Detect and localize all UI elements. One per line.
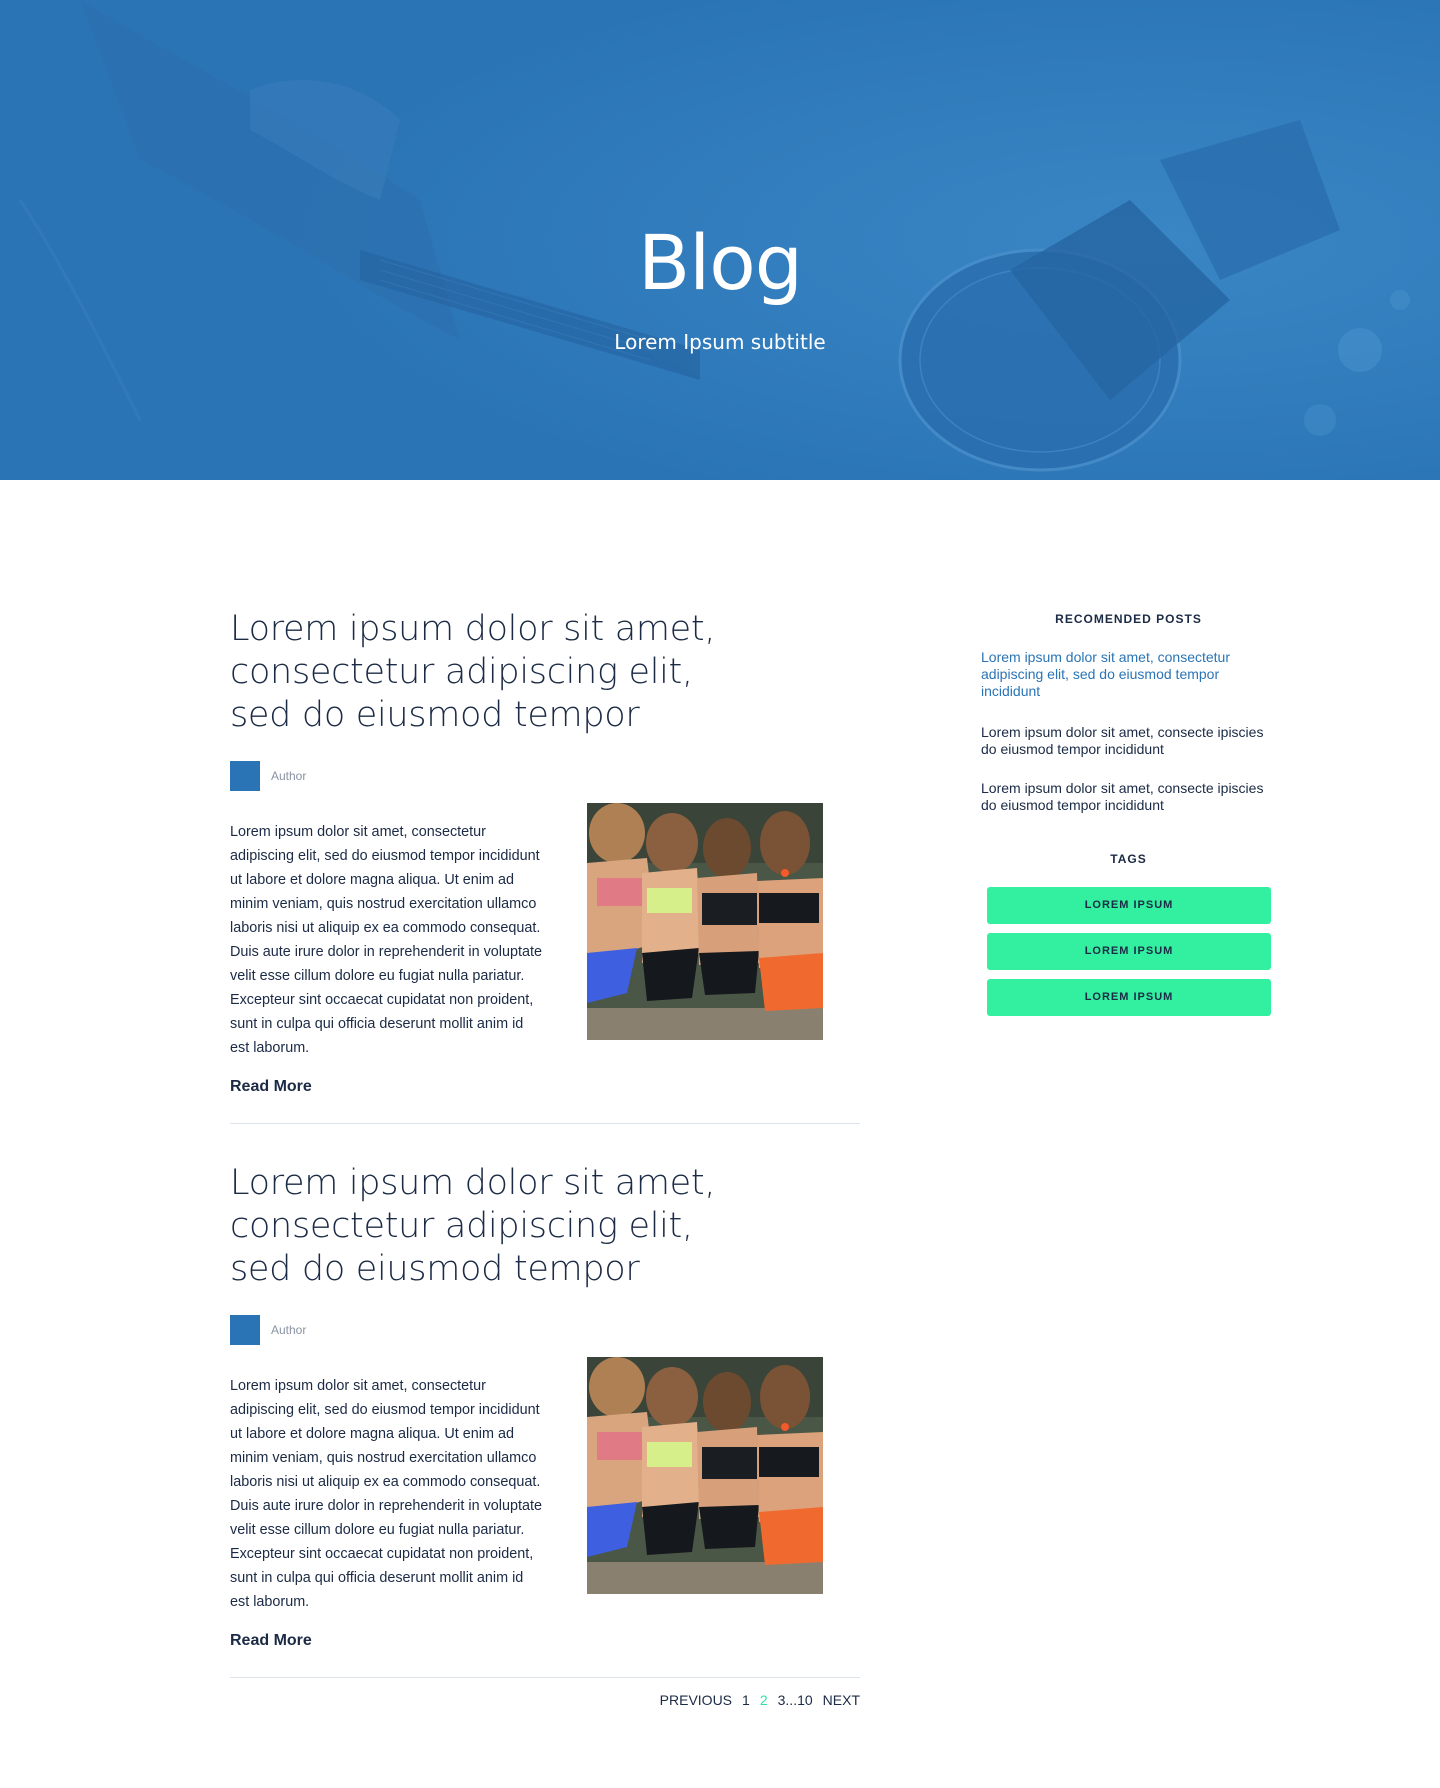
post-title-line: Lorem ipsum dolor sit amet, xyxy=(230,609,716,649)
post-excerpt: Lorem ipsum dolor sit amet, consectetur … xyxy=(230,1374,545,1614)
pagination-next[interactable]: NEXT xyxy=(823,1692,860,1708)
excerpt-line: Excepteur sint occaecat cupidatat non pr… xyxy=(230,1546,534,1562)
tag-button[interactable]: LOREM IPSUM xyxy=(987,887,1271,924)
runners-photo xyxy=(587,1357,823,1594)
pagination: PREVIOUS 1 2 3...10 NEXT xyxy=(660,1692,860,1708)
avatar[interactable] xyxy=(230,761,260,791)
recommended-post-link[interactable]: Lorem ipsum dolor sit amet, consecte ipi… xyxy=(981,724,1276,758)
post-title[interactable]: Lorem ipsum dolor sit amet, consectetur … xyxy=(230,1162,730,1291)
author-name[interactable]: Author xyxy=(271,769,306,783)
rec-line: Lorem ipsum dolor sit amet, consectetur xyxy=(981,649,1230,665)
author-name[interactable]: Author xyxy=(271,1323,306,1337)
excerpt-line: adipiscing elit, sed do eiusmod tempor i… xyxy=(230,1402,540,1418)
tag-button[interactable]: LOREM IPSUM xyxy=(987,933,1271,970)
excerpt-line: velit esse cillum dolore eu fugiat nulla… xyxy=(230,968,525,984)
pagination-previous[interactable]: PREVIOUS xyxy=(660,1692,732,1708)
excerpt-line: adipiscing elit, sed do eiusmod tempor i… xyxy=(230,848,540,864)
recommended-post-link[interactable]: Lorem ipsum dolor sit amet, consecte ipi… xyxy=(981,780,1276,814)
read-more-link[interactable]: Read More xyxy=(230,1078,312,1096)
excerpt-line: laboris nisi ut aliquip ex ea commodo co… xyxy=(230,920,541,936)
excerpt-line: Duis aute irure dolor in reprehenderit i… xyxy=(230,944,542,960)
tags-heading: TAGS xyxy=(1110,852,1147,866)
post-title[interactable]: Lorem ipsum dolor sit amet, consectetur … xyxy=(230,608,730,737)
author-row: Author xyxy=(230,1315,306,1345)
post-divider xyxy=(230,1123,860,1124)
rec-line: adipiscing elit, sed do eiusmod tempor xyxy=(981,666,1220,682)
excerpt-line: ut labore et dolore magna aliqua. Ut eni… xyxy=(230,1426,514,1442)
recommended-heading: RECOMENDED POSTS xyxy=(1055,612,1202,626)
excerpt-line: minim veniam, quis nostrud exercitation … xyxy=(230,896,537,912)
recommended-post-link[interactable]: Lorem ipsum dolor sit amet, consectetur … xyxy=(981,649,1276,700)
post-title-line: consectetur adipiscing elit, xyxy=(230,652,693,692)
excerpt-line: Excepteur sint occaecat cupidatat non pr… xyxy=(230,992,534,1008)
excerpt-line: velit esse cillum dolore eu fugiat nulla… xyxy=(230,1522,525,1538)
rec-line: Lorem ipsum dolor sit amet, consecte ipi… xyxy=(981,780,1264,796)
excerpt-line: Lorem ipsum dolor sit amet, consectetur xyxy=(230,1378,486,1394)
excerpt-line: sunt in culpa qui officia deserunt molli… xyxy=(230,1016,524,1032)
rec-line: do eiusmod tempor incididunt xyxy=(981,741,1164,757)
pagination-page-1[interactable]: 1 xyxy=(742,1692,750,1708)
avatar[interactable] xyxy=(230,1315,260,1345)
tag-button[interactable]: LOREM IPSUM xyxy=(987,979,1271,1016)
post-divider xyxy=(230,1677,860,1678)
runners-photo xyxy=(587,803,823,1040)
blog-post: Lorem ipsum dolor sit amet, consectetur … xyxy=(230,1162,860,1682)
excerpt-line: ut labore et dolore magna aliqua. Ut eni… xyxy=(230,872,514,888)
rec-line: incididunt xyxy=(981,683,1041,699)
read-more-link[interactable]: Read More xyxy=(230,1632,312,1650)
excerpt-line: est laborum. xyxy=(230,1040,310,1056)
post-title-line: Lorem ipsum dolor sit amet, xyxy=(230,1163,716,1203)
post-image[interactable] xyxy=(587,803,823,1040)
excerpt-line: Duis aute irure dolor in reprehenderit i… xyxy=(230,1498,542,1514)
post-title-line: sed do eiusmod tempor xyxy=(230,1249,640,1289)
post-excerpt: Lorem ipsum dolor sit amet, consectetur … xyxy=(230,820,545,1060)
author-row: Author xyxy=(230,761,306,791)
post-title-line: consectetur adipiscing elit, xyxy=(230,1206,693,1246)
excerpt-line: sunt in culpa qui officia deserunt molli… xyxy=(230,1570,524,1586)
excerpt-line: est laborum. xyxy=(230,1594,310,1610)
excerpt-line: laboris nisi ut aliquip ex ea commodo co… xyxy=(230,1474,541,1490)
hero-banner: Blog Lorem Ipsum subtitle xyxy=(0,0,1440,480)
post-title-line: sed do eiusmod tempor xyxy=(230,695,640,735)
page-title: Blog xyxy=(638,218,803,307)
rec-line: Lorem ipsum dolor sit amet, consecte ipi… xyxy=(981,724,1264,740)
blog-post: Lorem ipsum dolor sit amet, consectetur … xyxy=(230,608,860,1128)
rec-line: do eiusmod tempor incididunt xyxy=(981,797,1164,813)
pagination-page-range[interactable]: 3...10 xyxy=(778,1692,813,1708)
pagination-page-2[interactable]: 2 xyxy=(760,1692,768,1708)
excerpt-line: minim veniam, quis nostrud exercitation … xyxy=(230,1450,537,1466)
page-subtitle: Lorem Ipsum subtitle xyxy=(614,330,826,354)
excerpt-line: Lorem ipsum dolor sit amet, consectetur xyxy=(230,824,486,840)
post-image[interactable] xyxy=(587,1357,823,1594)
